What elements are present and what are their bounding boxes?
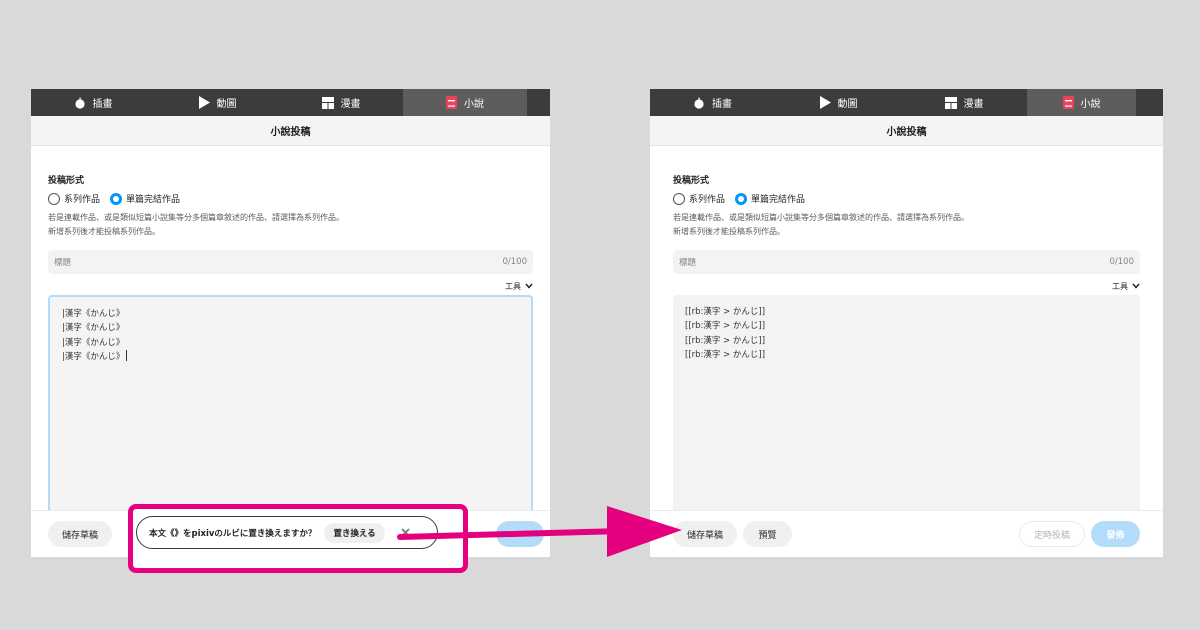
flow-arrow-icon bbox=[397, 506, 682, 557]
